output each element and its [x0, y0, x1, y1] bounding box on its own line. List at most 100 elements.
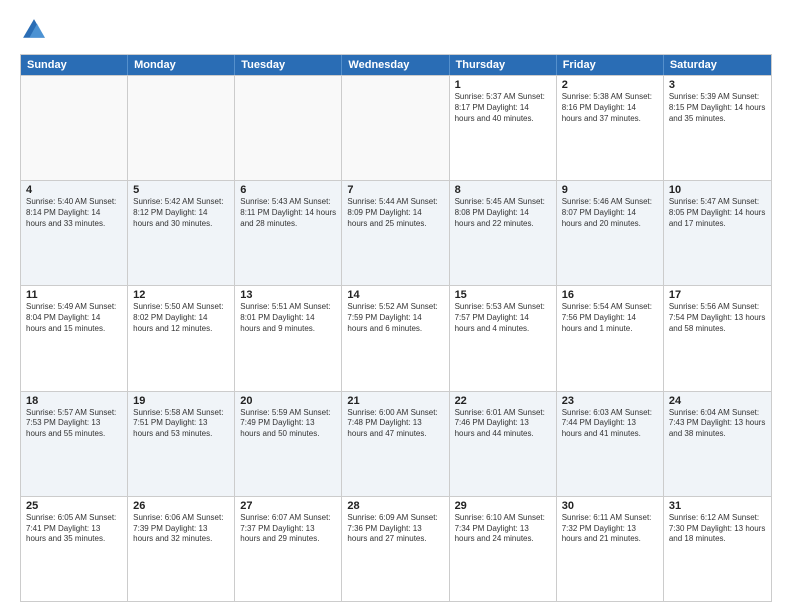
day-info: Sunrise: 5:40 AM Sunset: 8:14 PM Dayligh… [26, 197, 122, 229]
calendar-row: 25Sunrise: 6:05 AM Sunset: 7:41 PM Dayli… [21, 496, 771, 601]
day-number: 21 [347, 395, 443, 407]
day-number: 19 [133, 395, 229, 407]
day-info: Sunrise: 5:54 AM Sunset: 7:56 PM Dayligh… [562, 302, 658, 334]
day-number: 8 [455, 184, 551, 196]
day-info: Sunrise: 5:45 AM Sunset: 8:08 PM Dayligh… [455, 197, 551, 229]
calendar: SundayMondayTuesdayWednesdayThursdayFrid… [20, 54, 772, 602]
calendar-cell: 30Sunrise: 6:11 AM Sunset: 7:32 PM Dayli… [557, 497, 664, 601]
calendar-cell: 25Sunrise: 6:05 AM Sunset: 7:41 PM Dayli… [21, 497, 128, 601]
day-number: 13 [240, 289, 336, 301]
day-number: 31 [669, 500, 766, 512]
calendar-cell: 14Sunrise: 5:52 AM Sunset: 7:59 PM Dayli… [342, 286, 449, 390]
day-info: Sunrise: 5:38 AM Sunset: 8:16 PM Dayligh… [562, 92, 658, 124]
day-info: Sunrise: 6:10 AM Sunset: 7:34 PM Dayligh… [455, 513, 551, 545]
day-info: Sunrise: 6:12 AM Sunset: 7:30 PM Dayligh… [669, 513, 766, 545]
day-info: Sunrise: 5:53 AM Sunset: 7:57 PM Dayligh… [455, 302, 551, 334]
day-info: Sunrise: 5:37 AM Sunset: 8:17 PM Dayligh… [455, 92, 551, 124]
calendar-cell [128, 76, 235, 180]
day-number: 2 [562, 79, 658, 91]
calendar-cell: 22Sunrise: 6:01 AM Sunset: 7:46 PM Dayli… [450, 392, 557, 496]
day-number: 18 [26, 395, 122, 407]
day-info: Sunrise: 6:04 AM Sunset: 7:43 PM Dayligh… [669, 408, 766, 440]
calendar-cell: 8Sunrise: 5:45 AM Sunset: 8:08 PM Daylig… [450, 181, 557, 285]
day-info: Sunrise: 6:09 AM Sunset: 7:36 PM Dayligh… [347, 513, 443, 545]
calendar-row: 18Sunrise: 5:57 AM Sunset: 7:53 PM Dayli… [21, 391, 771, 496]
day-number: 20 [240, 395, 336, 407]
day-info: Sunrise: 5:44 AM Sunset: 8:09 PM Dayligh… [347, 197, 443, 229]
calendar-cell: 2Sunrise: 5:38 AM Sunset: 8:16 PM Daylig… [557, 76, 664, 180]
day-number: 30 [562, 500, 658, 512]
weekday-header: Thursday [450, 55, 557, 75]
day-info: Sunrise: 5:47 AM Sunset: 8:05 PM Dayligh… [669, 197, 766, 229]
day-number: 15 [455, 289, 551, 301]
day-number: 14 [347, 289, 443, 301]
calendar-cell: 17Sunrise: 5:56 AM Sunset: 7:54 PM Dayli… [664, 286, 771, 390]
calendar-row: 11Sunrise: 5:49 AM Sunset: 8:04 PM Dayli… [21, 285, 771, 390]
weekday-header: Wednesday [342, 55, 449, 75]
calendar-cell [21, 76, 128, 180]
calendar-cell: 23Sunrise: 6:03 AM Sunset: 7:44 PM Dayli… [557, 392, 664, 496]
day-info: Sunrise: 6:11 AM Sunset: 7:32 PM Dayligh… [562, 513, 658, 545]
calendar-cell [342, 76, 449, 180]
day-info: Sunrise: 6:05 AM Sunset: 7:41 PM Dayligh… [26, 513, 122, 545]
day-info: Sunrise: 5:51 AM Sunset: 8:01 PM Dayligh… [240, 302, 336, 334]
calendar-body: 1Sunrise: 5:37 AM Sunset: 8:17 PM Daylig… [21, 75, 771, 601]
calendar-cell: 27Sunrise: 6:07 AM Sunset: 7:37 PM Dayli… [235, 497, 342, 601]
day-info: Sunrise: 5:58 AM Sunset: 7:51 PM Dayligh… [133, 408, 229, 440]
day-number: 10 [669, 184, 766, 196]
calendar-cell: 6Sunrise: 5:43 AM Sunset: 8:11 PM Daylig… [235, 181, 342, 285]
day-number: 1 [455, 79, 551, 91]
weekday-header: Tuesday [235, 55, 342, 75]
day-number: 5 [133, 184, 229, 196]
day-info: Sunrise: 5:56 AM Sunset: 7:54 PM Dayligh… [669, 302, 766, 334]
day-number: 4 [26, 184, 122, 196]
calendar-cell: 19Sunrise: 5:58 AM Sunset: 7:51 PM Dayli… [128, 392, 235, 496]
day-number: 3 [669, 79, 766, 91]
calendar-header: SundayMondayTuesdayWednesdayThursdayFrid… [21, 55, 771, 75]
day-number: 17 [669, 289, 766, 301]
calendar-cell: 24Sunrise: 6:04 AM Sunset: 7:43 PM Dayli… [664, 392, 771, 496]
calendar-cell: 16Sunrise: 5:54 AM Sunset: 7:56 PM Dayli… [557, 286, 664, 390]
calendar-cell: 31Sunrise: 6:12 AM Sunset: 7:30 PM Dayli… [664, 497, 771, 601]
calendar-cell: 29Sunrise: 6:10 AM Sunset: 7:34 PM Dayli… [450, 497, 557, 601]
day-info: Sunrise: 6:00 AM Sunset: 7:48 PM Dayligh… [347, 408, 443, 440]
weekday-header: Friday [557, 55, 664, 75]
day-info: Sunrise: 5:43 AM Sunset: 8:11 PM Dayligh… [240, 197, 336, 229]
day-number: 24 [669, 395, 766, 407]
page: SundayMondayTuesdayWednesdayThursdayFrid… [0, 0, 792, 612]
day-number: 12 [133, 289, 229, 301]
calendar-cell: 21Sunrise: 6:00 AM Sunset: 7:48 PM Dayli… [342, 392, 449, 496]
header [20, 16, 772, 44]
calendar-cell: 3Sunrise: 5:39 AM Sunset: 8:15 PM Daylig… [664, 76, 771, 180]
calendar-cell: 15Sunrise: 5:53 AM Sunset: 7:57 PM Dayli… [450, 286, 557, 390]
calendar-cell: 4Sunrise: 5:40 AM Sunset: 8:14 PM Daylig… [21, 181, 128, 285]
calendar-cell: 10Sunrise: 5:47 AM Sunset: 8:05 PM Dayli… [664, 181, 771, 285]
calendar-cell: 12Sunrise: 5:50 AM Sunset: 8:02 PM Dayli… [128, 286, 235, 390]
weekday-header: Sunday [21, 55, 128, 75]
logo [20, 16, 52, 44]
day-info: Sunrise: 5:57 AM Sunset: 7:53 PM Dayligh… [26, 408, 122, 440]
weekday-header: Saturday [664, 55, 771, 75]
day-number: 23 [562, 395, 658, 407]
day-info: Sunrise: 5:50 AM Sunset: 8:02 PM Dayligh… [133, 302, 229, 334]
logo-icon [20, 16, 48, 44]
day-info: Sunrise: 5:39 AM Sunset: 8:15 PM Dayligh… [669, 92, 766, 124]
calendar-cell: 28Sunrise: 6:09 AM Sunset: 7:36 PM Dayli… [342, 497, 449, 601]
calendar-cell: 11Sunrise: 5:49 AM Sunset: 8:04 PM Dayli… [21, 286, 128, 390]
day-number: 29 [455, 500, 551, 512]
calendar-cell: 9Sunrise: 5:46 AM Sunset: 8:07 PM Daylig… [557, 181, 664, 285]
calendar-cell: 13Sunrise: 5:51 AM Sunset: 8:01 PM Dayli… [235, 286, 342, 390]
day-info: Sunrise: 5:52 AM Sunset: 7:59 PM Dayligh… [347, 302, 443, 334]
day-info: Sunrise: 5:49 AM Sunset: 8:04 PM Dayligh… [26, 302, 122, 334]
day-info: Sunrise: 5:59 AM Sunset: 7:49 PM Dayligh… [240, 408, 336, 440]
day-info: Sunrise: 6:06 AM Sunset: 7:39 PM Dayligh… [133, 513, 229, 545]
day-info: Sunrise: 6:07 AM Sunset: 7:37 PM Dayligh… [240, 513, 336, 545]
day-number: 22 [455, 395, 551, 407]
calendar-cell: 18Sunrise: 5:57 AM Sunset: 7:53 PM Dayli… [21, 392, 128, 496]
calendar-row: 1Sunrise: 5:37 AM Sunset: 8:17 PM Daylig… [21, 75, 771, 180]
calendar-cell: 5Sunrise: 5:42 AM Sunset: 8:12 PM Daylig… [128, 181, 235, 285]
weekday-header: Monday [128, 55, 235, 75]
day-info: Sunrise: 6:01 AM Sunset: 7:46 PM Dayligh… [455, 408, 551, 440]
calendar-cell: 26Sunrise: 6:06 AM Sunset: 7:39 PM Dayli… [128, 497, 235, 601]
day-number: 7 [347, 184, 443, 196]
